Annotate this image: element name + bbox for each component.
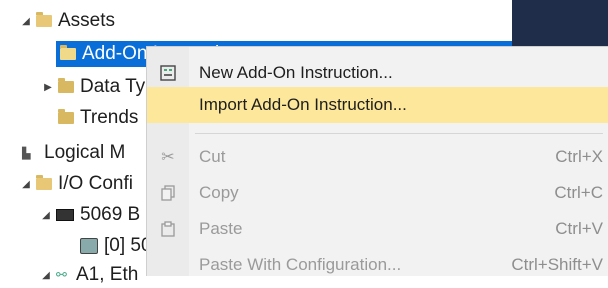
background-panel: [512, 0, 608, 36]
background-panel: [512, 36, 608, 46]
menu-item-new-add-on-instruction[interactable]: New Add-On Instruction...: [147, 55, 608, 91]
tree-item-label: A1, Eth: [76, 264, 139, 285]
folder-icon: [58, 78, 74, 93]
tree-item-label: Data Ty: [80, 76, 146, 97]
menu-item-cut[interactable]: ✂ Cut Ctrl+X: [147, 139, 608, 175]
tree-item-io-configuration[interactable]: ◢ I/O Confi: [20, 171, 133, 197]
collapse-arrow-icon[interactable]: ◢: [20, 179, 32, 190]
expand-arrow-icon[interactable]: ▶: [42, 82, 54, 93]
copy-icon: [157, 182, 179, 204]
menu-item-paste[interactable]: Paste Ctrl+V: [147, 211, 608, 247]
menu-item-paste-with-configuration[interactable]: Paste With Configuration... Ctrl+Shift+V: [147, 247, 608, 283]
tree-item-label: 5069 B: [80, 204, 141, 225]
tree-item-ethernet[interactable]: ◢ ⚯ A1, Eth: [40, 262, 138, 288]
menu-item-import-add-on-instruction[interactable]: Import Add-On Instruction...: [147, 87, 608, 123]
tree-item-label: Logical M: [44, 142, 126, 163]
folder-icon: [58, 109, 74, 124]
tree-item-logical-model[interactable]: ▙ Logical M: [22, 140, 125, 166]
tree-item-label: Assets: [58, 10, 116, 31]
collapse-arrow-icon[interactable]: ◢: [40, 210, 52, 221]
network-icon: ⚯: [56, 267, 67, 282]
new-instruction-icon: [157, 62, 179, 84]
folder-open-icon: [36, 175, 52, 190]
tree-item-assets[interactable]: ◢ Assets: [20, 8, 115, 34]
menu-separator: [195, 133, 603, 134]
paste-icon: [157, 218, 179, 240]
tree-item-controller-backplane[interactable]: ◢ 5069 B: [40, 202, 140, 228]
folder-open-icon: [36, 12, 52, 27]
logical-model-icon: ▙: [22, 148, 31, 160]
tree-item-trends[interactable]: Trends: [58, 105, 138, 131]
tree-item-label: I/O Confi: [58, 173, 133, 194]
tree-item-label: Trends: [80, 107, 139, 128]
tree-item-module-0[interactable]: [0] 50: [80, 233, 152, 259]
context-menu: New Add-On Instruction... Import Add-On …: [146, 46, 608, 276]
menu-item-copy[interactable]: Copy Ctrl+C: [147, 175, 608, 211]
collapse-arrow-icon[interactable]: ◢: [20, 16, 32, 27]
tree-item-label: [0] 50: [104, 235, 152, 256]
folder-icon: [60, 45, 76, 60]
scissors-icon: ✂: [161, 149, 175, 166]
collapse-arrow-icon[interactable]: ◢: [40, 270, 52, 281]
module-icon: [80, 238, 98, 254]
tree-item-data-types[interactable]: ▶ Data Ty: [42, 74, 145, 100]
backplane-icon: [56, 209, 74, 221]
